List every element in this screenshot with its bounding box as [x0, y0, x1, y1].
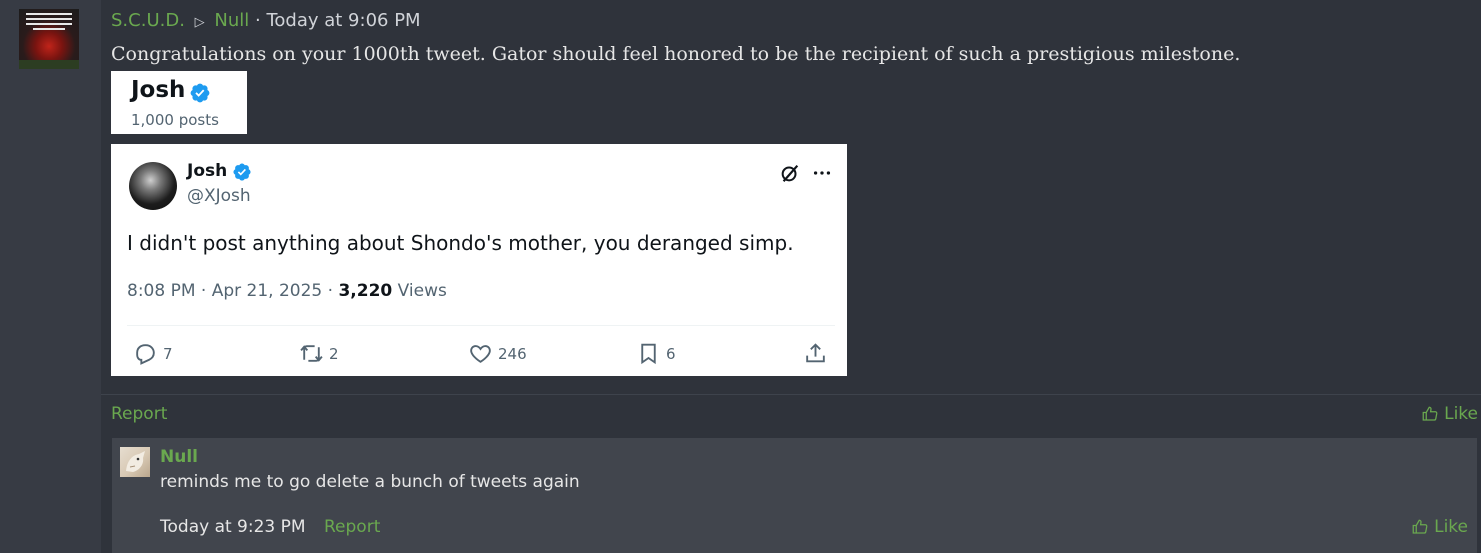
tweet-text: I didn't post anything about Shondo's mo…	[127, 231, 794, 255]
reply-comment: Null reminds me to go delete a bunch of …	[112, 438, 1477, 553]
more-options-icon	[813, 171, 831, 175]
tweet-meta-dot: ·	[200, 281, 207, 301]
tweet-replies: 7	[133, 341, 173, 366]
tweet-views-count: 3,220	[338, 281, 393, 301]
post: S.C.U.D. ▷ Null · Today at 9:06 PM Congr…	[101, 0, 1481, 553]
reply-like-button[interactable]: Like	[1411, 517, 1468, 537]
profile-card-image[interactable]: Josh 1,000 posts	[111, 71, 247, 134]
reply-arrow-icon: ▷	[194, 15, 205, 30]
like-label: Like	[1444, 404, 1478, 424]
thumbs-up-icon	[1422, 406, 1438, 421]
bookmark-count: 6	[666, 344, 676, 363]
retweet-icon	[300, 345, 323, 362]
report-link[interactable]: Report	[111, 404, 167, 424]
tweet-screenshot[interactable]: Josh @XJosh I didn't post anything about…	[111, 144, 847, 376]
retweet-count: 2	[329, 344, 339, 363]
tweet-handle: @XJosh	[187, 186, 251, 206]
recipient-link[interactable]: Null	[214, 10, 249, 31]
tweet-author-name: Josh	[187, 161, 228, 181]
tweet-meta-dot: ·	[327, 281, 334, 301]
like-count: 246	[498, 344, 527, 363]
post-meta: S.C.U.D. ▷ Null · Today at 9:06 PM	[111, 10, 421, 31]
meta-separator: ·	[255, 10, 261, 31]
share-icon	[806, 343, 825, 363]
reply-icon	[136, 344, 155, 365]
user-column	[0, 0, 101, 553]
tweet-views-label: Views	[397, 281, 447, 301]
reply-timestamp[interactable]: Today at 9:23 PM	[160, 517, 306, 537]
profile-post-count: 1,000 posts	[131, 111, 219, 129]
reply-count: 7	[163, 344, 173, 363]
author-link[interactable]: S.C.U.D.	[111, 10, 185, 31]
tweet-divider	[127, 325, 835, 326]
post-divider	[101, 394, 1481, 395]
reply-avatar-image	[126, 451, 145, 472]
tweet-avatar	[129, 162, 177, 210]
tweet-date: Apr 21, 2025	[211, 281, 323, 301]
heart-icon	[470, 345, 491, 363]
verified-badge-icon	[233, 163, 251, 181]
reply-like-label: Like	[1434, 517, 1468, 537]
like-button[interactable]: Like	[1421, 404, 1478, 424]
tweet-share	[803, 341, 828, 366]
reply-text: reminds me to go delete a bunch of tweet…	[160, 472, 580, 492]
reply-author[interactable]: Null	[160, 447, 198, 467]
tweet-bookmarks: 6	[636, 341, 676, 366]
tweet-retweets: 2	[299, 341, 339, 366]
author-avatar[interactable]	[19, 9, 79, 69]
post-timestamp[interactable]: Today at 9:06 PM	[266, 10, 420, 31]
reply-avatar[interactable]	[120, 447, 150, 477]
tweet-meta: 8:08 PM · Apr 21, 2025 · 3,220 Views	[127, 281, 447, 301]
profile-name: Josh	[131, 77, 186, 103]
post-message: Congratulations on your 1000th tweet. Ga…	[111, 43, 1241, 65]
verified-badge-icon	[190, 83, 210, 103]
bookmark-icon	[641, 343, 656, 365]
grok-icon	[781, 164, 799, 182]
reply-report-link[interactable]: Report	[324, 517, 380, 537]
thumbs-up-icon	[1412, 519, 1428, 534]
tweet-time: 8:08 PM	[127, 281, 196, 301]
tweet-likes: 246	[468, 341, 527, 366]
